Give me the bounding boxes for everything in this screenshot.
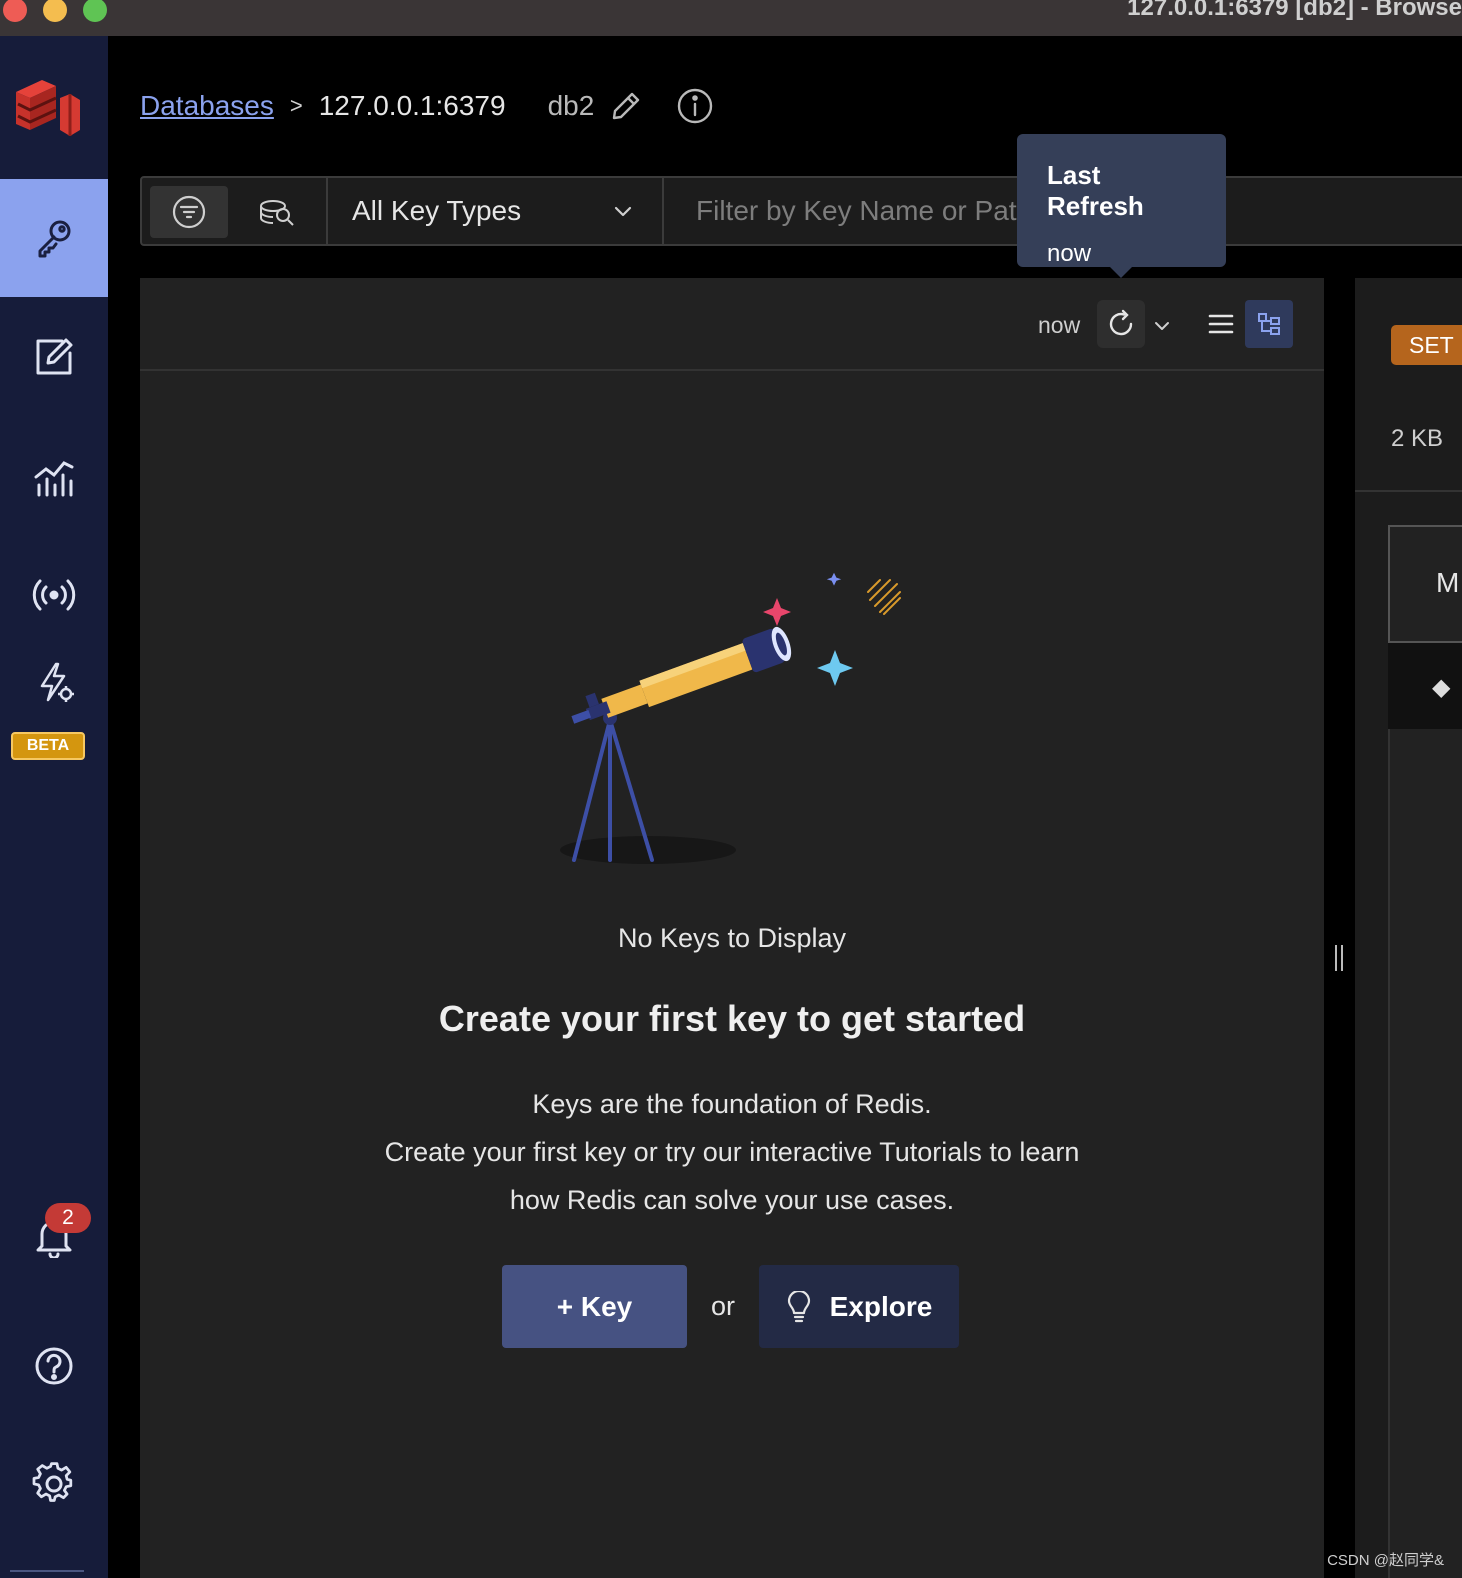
tooltip-title: Last Refresh	[1047, 160, 1144, 221]
gear-icon	[32, 1462, 73, 1502]
breadcrumb-host: 127.0.0.1:6379	[318, 90, 506, 121]
add-members-label: M	[1436, 567, 1460, 598]
sidebar-item-workbench[interactable]	[0, 298, 108, 416]
filter-bar: All Key Types	[140, 176, 1462, 246]
sidebar: BETA 2	[0, 36, 108, 1578]
add-key-button[interactable]: + Key	[502, 1265, 687, 1348]
key-type-select[interactable]: All Key Types	[328, 178, 662, 244]
beta-badge: BETA	[11, 732, 85, 760]
auto-refresh-chevron-icon[interactable]	[1152, 316, 1172, 336]
keys-panel: now No Keys to Display Create your first…	[140, 278, 1324, 1578]
sidebar-item-pubsub[interactable]	[0, 536, 108, 654]
last-refresh-label: now	[1038, 312, 1081, 338]
key-type-value: All Key Types	[352, 195, 522, 226]
sidebar-item-help[interactable]	[0, 1306, 108, 1426]
empty-state-line: Keys are the foundation of Redis.	[532, 1089, 932, 1119]
tree-view-button[interactable]	[1245, 300, 1293, 348]
key-icon	[38, 220, 71, 258]
notification-count-badge: 2	[45, 1203, 91, 1233]
empty-state-title: No Keys to Display	[617, 923, 847, 953]
window-titlebar: 127.0.0.1:6379 [db2] - Browse	[0, 0, 1462, 36]
explore-label: Explore	[829, 1290, 933, 1322]
window-close-button[interactable]	[3, 0, 27, 22]
key-details-panel: SET 2 KB M ◆	[1355, 278, 1462, 1578]
tree-icon	[1258, 313, 1280, 335]
explore-button[interactable]: Explore	[759, 1265, 960, 1348]
redis-logo-icon[interactable]	[12, 74, 84, 142]
sidebar-divider	[10, 1570, 84, 1572]
breadcrumb-db: db2	[547, 90, 595, 121]
pencil-icon[interactable]	[610, 90, 642, 122]
help-icon	[35, 1347, 73, 1385]
sidebar-item-triggers[interactable]	[0, 640, 108, 724]
list-view-button[interactable]	[1197, 300, 1245, 348]
tag-icon: ◆	[1432, 674, 1451, 701]
refresh-button[interactable]	[1097, 300, 1145, 348]
empty-state-actions: + Key or Explore	[502, 1265, 960, 1348]
or-label: or	[711, 1291, 736, 1321]
list-icon	[1208, 314, 1234, 334]
empty-state-line: how Redis can solve your use cases.	[509, 1185, 955, 1215]
empty-state-description: Keys are the foundation of Redis. Create…	[140, 1080, 1324, 1224]
info-icon[interactable]	[676, 87, 714, 125]
refresh-icon	[1109, 309, 1133, 336]
panel-resize-handle[interactable]	[1333, 945, 1345, 971]
key-type-badge: SET	[1391, 325, 1462, 365]
window-zoom-button[interactable]	[83, 0, 107, 22]
edit-icon	[36, 338, 73, 375]
window-title: 127.0.0.1:6379 [db2] - Browse	[1127, 0, 1462, 21]
lightbulb-icon	[787, 1290, 810, 1322]
watermark: CSDN @赵同学&	[1327, 1552, 1444, 1569]
filter-mode-button[interactable]	[150, 186, 228, 238]
add-members-box[interactable]: M	[1388, 525, 1462, 643]
breadcrumb-databases-link[interactable]: Databases	[140, 90, 274, 122]
lightning-icon	[40, 662, 74, 702]
breadcrumb: Databases > 127.0.0.1:6379 db2	[140, 86, 714, 126]
filter-icon	[172, 195, 206, 229]
details-table-header: ◆	[1388, 643, 1462, 729]
database-search-icon	[260, 200, 294, 226]
breadcrumb-separator: >	[289, 93, 303, 118]
last-refresh-tooltip: Last Refresh now	[1017, 134, 1226, 278]
window-minimize-button[interactable]	[43, 0, 67, 22]
chevron-down-icon	[614, 206, 632, 217]
analytics-icon	[34, 461, 74, 497]
sidebar-item-settings[interactable]	[0, 1424, 108, 1544]
details-table-body	[1388, 729, 1462, 1578]
empty-state-line: Create your first key or try our interac…	[384, 1137, 1080, 1167]
search-mode-button[interactable]	[238, 186, 316, 238]
key-size: 2 KB	[1391, 425, 1444, 452]
sidebar-item-analytics[interactable]	[0, 418, 108, 536]
broadcast-icon	[32, 579, 76, 611]
telescope-illustration	[560, 572, 901, 864]
filter-divider	[662, 178, 664, 244]
details-divider	[1355, 490, 1462, 492]
keys-toolbar: now	[140, 278, 1324, 371]
empty-state-heading: Create your first key to get started	[438, 998, 1026, 1039]
tooltip-value: now	[1047, 240, 1092, 267]
sidebar-item-browser[interactable]	[0, 179, 108, 297]
